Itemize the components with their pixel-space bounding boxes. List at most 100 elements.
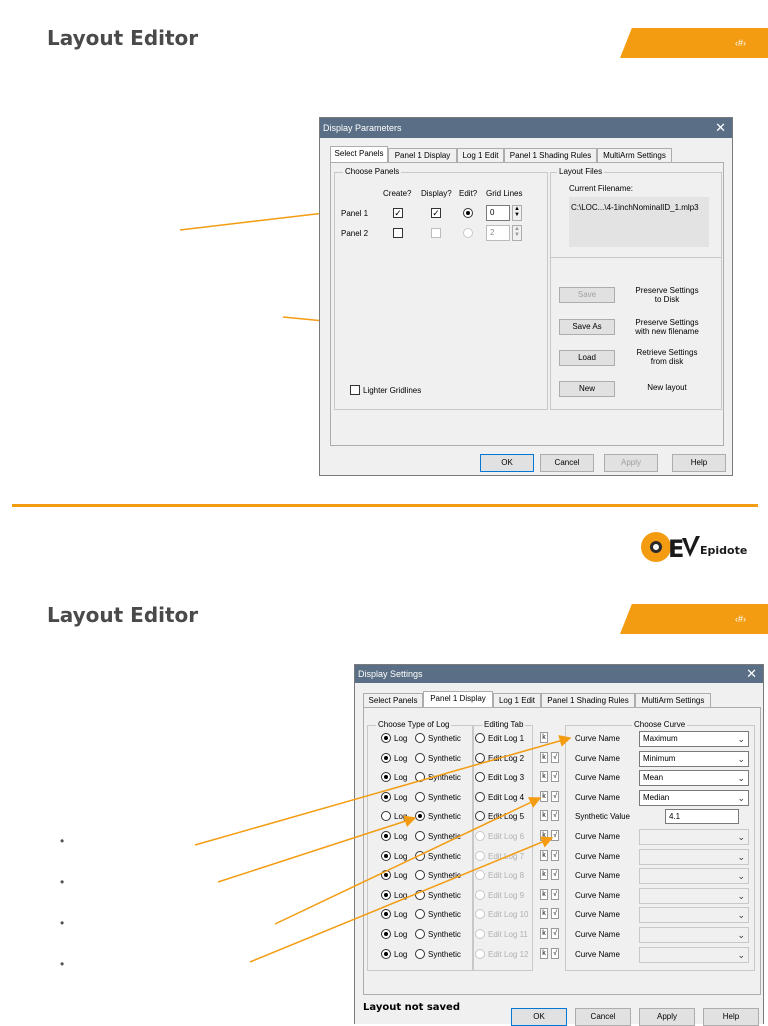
cancel-button[interactable]: Cancel	[540, 454, 594, 472]
k-checkbox[interactable]: k	[540, 732, 548, 743]
panel2-grid-input[interactable]: 2	[486, 225, 510, 241]
log-radio[interactable]	[381, 909, 391, 919]
tab-shading-rules[interactable]: Panel 1 Shading Rules	[504, 148, 597, 162]
v-checkbox[interactable]: √	[551, 948, 559, 959]
curve-select[interactable]: ⌄	[639, 849, 749, 865]
cancel2-button[interactable]: Cancel	[575, 1008, 631, 1026]
synthetic-radio[interactable]	[415, 792, 425, 802]
edit-log-radio[interactable]	[475, 890, 485, 900]
k-checkbox[interactable]: k	[540, 791, 548, 802]
k-checkbox[interactable]: k	[540, 908, 548, 919]
tab-panel1-display[interactable]: Panel 1 Display	[388, 148, 457, 162]
log-radio[interactable]	[381, 949, 391, 959]
new-button[interactable]: New	[559, 381, 615, 397]
log-radio[interactable]	[381, 890, 391, 900]
v-checkbox[interactable]: √	[551, 928, 559, 939]
tab2-multiarm[interactable]: MultiArm Settings	[635, 693, 711, 707]
panel1-display-checkbox[interactable]: ✓	[431, 208, 441, 218]
panel1-grid-input[interactable]: 0	[486, 205, 510, 221]
curve-select[interactable]: Minimum ⌄	[639, 751, 749, 767]
close-icon[interactable]: ✕	[715, 118, 726, 138]
edit-log-radio[interactable]	[475, 831, 485, 841]
k-checkbox[interactable]: k	[540, 810, 548, 821]
edit-log-radio[interactable]	[475, 733, 485, 743]
curve-select[interactable]: ⌄	[639, 907, 749, 923]
edit-log-radio[interactable]	[475, 753, 485, 763]
edit-log-radio[interactable]	[475, 870, 485, 880]
save-as-button[interactable]: Save As	[559, 319, 615, 335]
curve-select[interactable]: Median ⌄	[639, 790, 749, 806]
log-radio[interactable]	[381, 870, 391, 880]
edit-log-radio[interactable]	[475, 811, 485, 821]
synthetic-radio[interactable]	[415, 733, 425, 743]
k-checkbox[interactable]: k	[540, 752, 548, 763]
v-checkbox[interactable]: √	[551, 830, 559, 841]
k-checkbox[interactable]: k	[540, 830, 548, 841]
v-checkbox[interactable]: √	[551, 771, 559, 782]
v-checkbox[interactable]: √	[551, 810, 559, 821]
panel2-grid-spinner[interactable]: ▲ ▼	[512, 225, 522, 241]
curve-select[interactable]: Maximum ⌄	[639, 731, 749, 747]
edit-log-radio[interactable]	[475, 909, 485, 919]
synthetic-radio[interactable]	[415, 753, 425, 763]
close-icon[interactable]: ✕	[746, 665, 757, 683]
panel2-create-checkbox[interactable]	[393, 228, 403, 238]
edit-log-radio[interactable]	[475, 792, 485, 802]
log-radio[interactable]	[381, 753, 391, 763]
curve-select[interactable]: ⌄	[639, 868, 749, 884]
k-checkbox[interactable]: k	[540, 948, 548, 959]
curve-select[interactable]: Mean ⌄	[639, 770, 749, 786]
edit-log-radio[interactable]	[475, 929, 485, 939]
panel1-grid-spinner[interactable]: ▲ ▼	[512, 205, 522, 221]
synthetic-radio[interactable]	[415, 890, 425, 900]
log-radio[interactable]	[381, 851, 391, 861]
curve-select[interactable]: ⌄	[639, 829, 749, 845]
k-checkbox[interactable]: k	[540, 771, 548, 782]
synthetic-radio[interactable]	[415, 831, 425, 841]
k-checkbox[interactable]: k	[540, 850, 548, 861]
k-checkbox[interactable]: k	[540, 889, 548, 900]
synthetic-radio[interactable]	[415, 949, 425, 959]
curve-select[interactable]: ⌄	[639, 927, 749, 943]
v-checkbox[interactable]: √	[551, 850, 559, 861]
edit-log-radio[interactable]	[475, 949, 485, 959]
edit-log-radio[interactable]	[475, 772, 485, 782]
panel1-edit-radio[interactable]	[463, 208, 473, 218]
log-radio[interactable]	[381, 831, 391, 841]
ok-button[interactable]: OK	[480, 454, 534, 472]
panel2-edit-radio[interactable]	[463, 228, 473, 238]
log-radio[interactable]	[381, 929, 391, 939]
panel1-create-checkbox[interactable]: ✓	[393, 208, 403, 218]
tab2-panel1-display[interactable]: Panel 1 Display	[423, 691, 493, 707]
edit-log-radio[interactable]	[475, 851, 485, 861]
v-checkbox[interactable]: √	[551, 889, 559, 900]
tab-select-panels[interactable]: Select Panels	[330, 146, 388, 162]
log-radio[interactable]	[381, 733, 391, 743]
help2-button[interactable]: Help	[703, 1008, 759, 1026]
tab-log1-edit[interactable]: Log 1 Edit	[457, 148, 504, 162]
apply2-button[interactable]: Apply	[639, 1008, 695, 1026]
save-button[interactable]: Save	[559, 287, 615, 303]
v-checkbox[interactable]: √	[551, 869, 559, 880]
tab-multiarm[interactable]: MultiArm Settings	[597, 148, 672, 162]
log-radio[interactable]	[381, 811, 391, 821]
tab2-shading-rules[interactable]: Panel 1 Shading Rules	[541, 693, 635, 707]
v-checkbox[interactable]: √	[551, 791, 559, 802]
apply-button[interactable]: Apply	[604, 454, 658, 472]
help-button[interactable]: Help	[672, 454, 726, 472]
v-checkbox[interactable]: √	[551, 752, 559, 763]
synthetic-radio[interactable]	[415, 811, 425, 821]
lighter-gridlines-checkbox[interactable]	[350, 385, 360, 395]
synthetic-value-input[interactable]: 4.1	[665, 809, 739, 824]
load-button[interactable]: Load	[559, 350, 615, 366]
synthetic-radio[interactable]	[415, 909, 425, 919]
k-checkbox[interactable]: k	[540, 869, 548, 880]
synthetic-radio[interactable]	[415, 929, 425, 939]
v-checkbox[interactable]: √	[551, 908, 559, 919]
tab2-select-panels[interactable]: Select Panels	[363, 693, 423, 707]
curve-select[interactable]: ⌄	[639, 947, 749, 963]
curve-select[interactable]: ⌄	[639, 888, 749, 904]
log-radio[interactable]	[381, 772, 391, 782]
tab2-log1-edit[interactable]: Log 1 Edit	[493, 693, 541, 707]
ok2-button[interactable]: OK	[511, 1008, 567, 1026]
